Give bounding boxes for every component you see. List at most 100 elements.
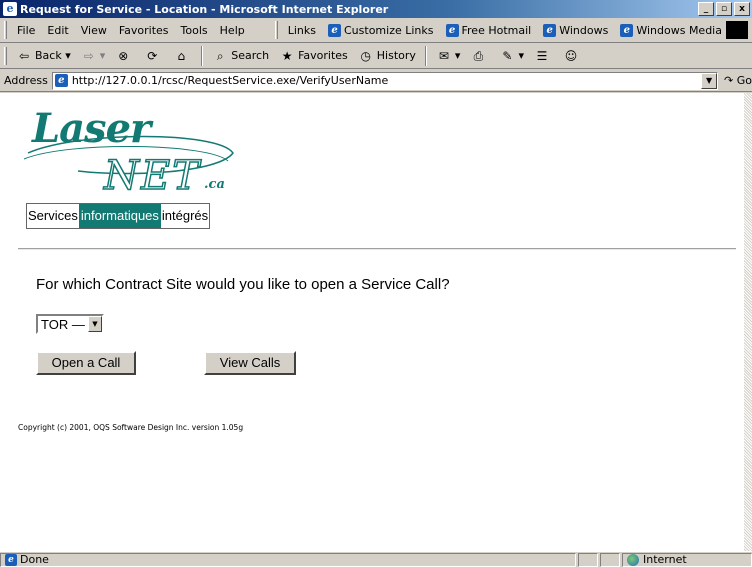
home-button[interactable]: ⌂ (168, 46, 197, 66)
globe-icon (627, 553, 639, 566)
mail-button[interactable]: ✉ ▾ (431, 46, 466, 66)
menu-edit[interactable]: Edit (41, 22, 74, 39)
maximize-button[interactable]: ▫ (716, 2, 732, 16)
edit-icon: ✎ (502, 48, 513, 63)
search-label: Search (231, 49, 270, 62)
refresh-icon: ⟳ (147, 48, 158, 63)
links-grip[interactable] (274, 21, 278, 39)
logo-laser-text: Laser (32, 105, 151, 152)
address-url: http://127.0.0.1/rcsc/RequestService.exe… (71, 74, 389, 87)
address-dropdown-button[interactable]: ▼ (701, 72, 718, 89)
contract-site-value: TOR — (41, 316, 85, 332)
logo-ca-text: .ca (204, 177, 225, 192)
links-label[interactable]: Links (282, 22, 322, 39)
toolbar-grip[interactable] (4, 21, 7, 39)
home-icon: ⌂ (177, 48, 186, 63)
tagline-integres: intégrés (161, 208, 209, 223)
menu-tools[interactable]: Tools (175, 22, 214, 39)
page-content: Laser NET .ca Services informatiques int… (0, 93, 744, 551)
favorites-label: Favorites (298, 49, 348, 62)
stop-button[interactable]: ⊗ (110, 46, 139, 66)
menu-bar: File Edit View Favorites Tools Help Link… (0, 18, 752, 43)
status-text: Done (20, 553, 49, 566)
tagline-services: Services (28, 208, 78, 223)
go-label: Go (736, 74, 752, 87)
forward-arrow-icon: ⇨ (83, 48, 94, 63)
link-label: Windows Media (636, 23, 722, 37)
security-zone-panel: Internet (622, 552, 752, 567)
window-title: Request for Service - Location - Microso… (20, 2, 389, 16)
contract-site-question: For which Contract Site would you like t… (36, 276, 450, 293)
status-panel (600, 552, 620, 567)
link-windows[interactable]: e Windows (537, 22, 614, 39)
standard-toolbar: ⇦ Back ▾ ⇨ ▾ ⊗ ⟳ ⌂ ⌕ Search ★ Favorites ◷ His… (0, 43, 752, 69)
history-label: History (376, 49, 416, 62)
back-button[interactable]: ⇦ Back ▾ (11, 46, 76, 66)
ie-page-icon: e (328, 23, 341, 37)
refresh-button[interactable]: ⟳ (139, 46, 168, 66)
status-bar: e Done Internet (0, 551, 752, 567)
link-label: Customize Links (344, 23, 434, 37)
go-button[interactable]: ↷ Go (724, 74, 752, 87)
toolbar-separator (424, 45, 427, 66)
history-icon: ◷ (360, 48, 372, 63)
logo-net-text: NET (103, 152, 201, 200)
link-windows-media[interactable]: e Windows Media (614, 22, 728, 39)
ie-page-icon: e (445, 23, 459, 37)
ie-page-icon: e (543, 23, 557, 37)
link-label: Windows (559, 23, 609, 37)
vertical-scrollbar[interactable] (744, 93, 752, 551)
open-call-button[interactable]: Open a Call (36, 351, 136, 375)
horizontal-divider (18, 248, 736, 250)
links-bar: Links e Customize Links e Free Hotmail e Wi… (271, 21, 728, 39)
toolbar-separator (201, 45, 204, 66)
chevron-down-icon[interactable]: ▼ (88, 316, 102, 332)
favorites-icon: ★ (281, 48, 293, 63)
windows-logo-icon (726, 21, 748, 39)
print-button[interactable]: ⎙ (465, 46, 494, 66)
search-button[interactable]: ⌕ Search (207, 46, 274, 66)
messenger-button[interactable]: ☺ (558, 46, 587, 66)
link-customize-links[interactable]: e Customize Links (322, 22, 440, 39)
edit-button[interactable]: ✎ ▾ (494, 46, 529, 66)
ie-page-icon: e (5, 553, 17, 566)
contract-site-select[interactable]: TOR — ▼ (36, 314, 104, 334)
zone-label: Internet (643, 553, 687, 566)
menu-file[interactable]: File (11, 22, 41, 39)
tagline-informatiques: informatiques (78, 204, 161, 228)
mail-icon: ✉ (438, 48, 449, 63)
close-button[interactable]: x (734, 2, 750, 16)
link-free-hotmail[interactable]: e Free Hotmail (440, 22, 538, 39)
forward-button[interactable]: ⇨ ▾ (76, 46, 111, 66)
address-bar: Address e http://127.0.0.1/rcsc/RequestS… (0, 70, 752, 92)
lasernet-logo: Laser NET .ca Services informatiques int… (18, 101, 238, 231)
window-title-bar: e Request for Service - Location - Micro… (0, 0, 752, 18)
copyright-text: Copyright (c) 2001, OQS Software Design … (18, 423, 244, 432)
stop-icon: ⊗ (118, 48, 129, 63)
status-panel (578, 552, 598, 567)
status-text-panel: e Done (0, 552, 576, 567)
go-arrow-icon: ↷ (724, 74, 734, 87)
menu-help[interactable]: Help (214, 22, 251, 39)
menu-favorites[interactable]: Favorites (113, 22, 175, 39)
search-icon: ⌕ (216, 48, 224, 63)
toolbar-grip[interactable] (4, 46, 7, 65)
messenger-icon: ☺ (564, 48, 578, 63)
ie-app-icon: e (3, 2, 17, 16)
ie-page-icon: e (620, 23, 634, 37)
menu-view[interactable]: View (75, 22, 113, 39)
address-label: Address (4, 74, 48, 87)
logo-tagline: Services informatiques intégrés (26, 203, 211, 229)
discuss-icon: ☰ (536, 48, 548, 63)
view-calls-button[interactable]: View Calls (204, 351, 296, 375)
history-button[interactable]: ◷ History (353, 46, 421, 66)
address-input[interactable]: e http://127.0.0.1/rcsc/RequestService.e… (51, 71, 719, 90)
back-arrow-icon: ⇦ (18, 48, 30, 63)
ie-page-icon: e (54, 74, 68, 87)
back-label: Back (35, 49, 62, 62)
favorites-button[interactable]: ★ Favorites (274, 46, 353, 66)
discuss-button[interactable]: ☰ (529, 46, 558, 66)
minimize-button[interactable]: _ (698, 2, 714, 16)
print-icon: ⎙ (473, 48, 484, 63)
link-label: Free Hotmail (461, 23, 532, 37)
